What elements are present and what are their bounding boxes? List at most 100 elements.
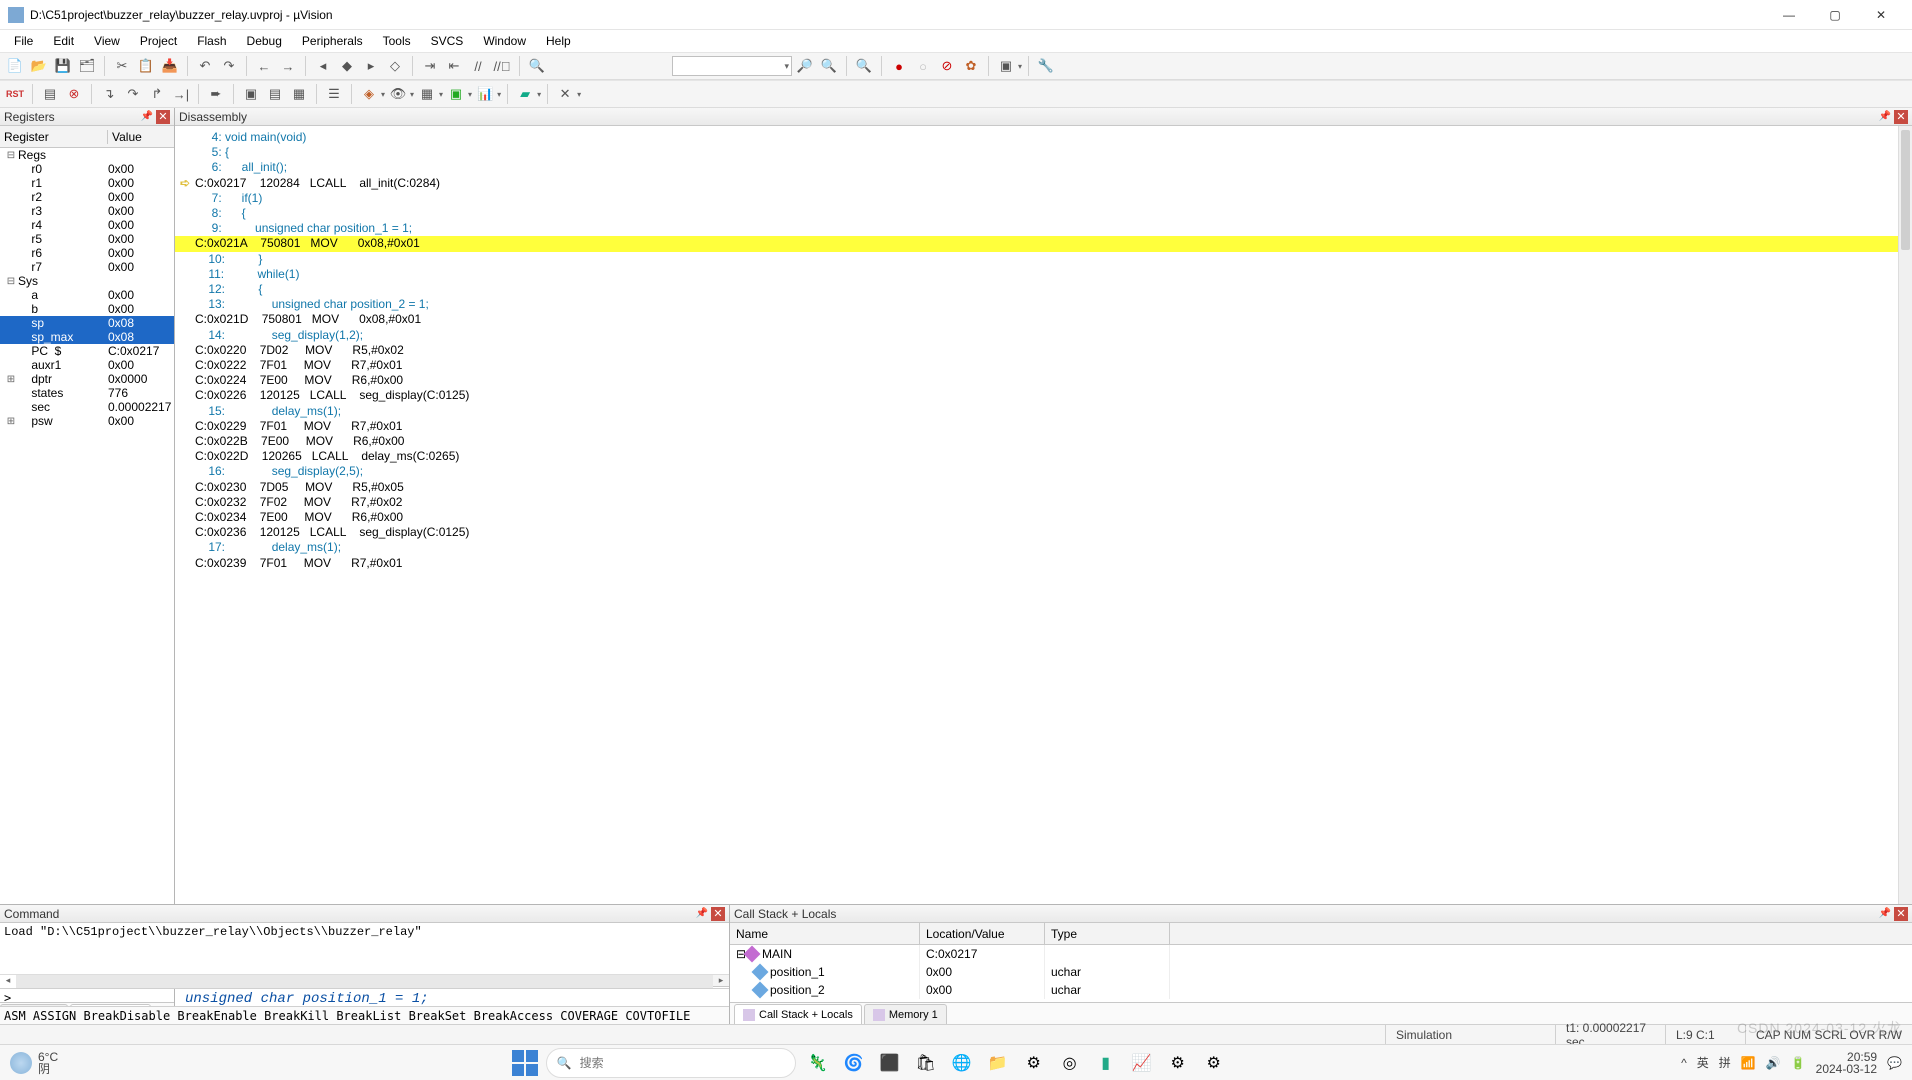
- callstack-row[interactable]: ⊟MAINC:0x0217: [730, 945, 1912, 963]
- find-combo[interactable]: ▾: [672, 56, 792, 76]
- taskview-icon[interactable]: ⬛: [876, 1049, 904, 1077]
- pin-icon[interactable]: 📌: [1878, 907, 1892, 921]
- ime-icon[interactable]: 拼: [1719, 1054, 1731, 1071]
- menu-project[interactable]: Project: [130, 32, 187, 50]
- new-file-icon[interactable]: 📄: [4, 55, 26, 77]
- reg-row[interactable]: r30x00: [0, 204, 174, 218]
- disasm-line[interactable]: C:0x0226 120125 LCALL seg_display(C:0125…: [175, 388, 1912, 403]
- reg-row[interactable]: r00x00: [0, 162, 174, 176]
- menu-edit[interactable]: Edit: [43, 32, 84, 50]
- analysis-window-icon[interactable]: 📊▾: [474, 83, 501, 105]
- disasm-line[interactable]: C:0x0222 7F01 MOV R7,#0x01: [175, 358, 1912, 373]
- reg-row[interactable]: sp0x08: [0, 316, 174, 330]
- uncomment-icon[interactable]: //⃠: [491, 55, 513, 77]
- indent-icon[interactable]: ⇥: [419, 55, 441, 77]
- callstack-window-icon[interactable]: ◈▾: [358, 83, 385, 105]
- disasm-line[interactable]: C:0x022D 120265 LCALL delay_ms(C:0265): [175, 449, 1912, 464]
- outdent-icon[interactable]: ⇤: [443, 55, 465, 77]
- command-output[interactable]: Load "D:\\C51project\\buzzer_relay\\Obje…: [0, 923, 729, 974]
- pin-icon[interactable]: 📌: [695, 907, 709, 921]
- copilot-icon[interactable]: 🌀: [840, 1049, 868, 1077]
- reg-row[interactable]: states776: [0, 386, 174, 400]
- close-panel-icon[interactable]: ✕: [1894, 907, 1908, 921]
- volume-icon[interactable]: 🔊: [1766, 1056, 1781, 1070]
- reg-row[interactable]: auxr10x00: [0, 358, 174, 372]
- reg-row[interactable]: r40x00: [0, 218, 174, 232]
- command-window-icon[interactable]: ▣: [240, 83, 262, 105]
- app-icon[interactable]: ◎: [1056, 1049, 1084, 1077]
- comment-icon[interactable]: //: [467, 55, 489, 77]
- disasm-line[interactable]: 13: unsigned char position_2 = 1;: [175, 297, 1912, 312]
- reg-group[interactable]: ⊟Sys: [0, 274, 174, 288]
- wifi-icon[interactable]: 📶: [1741, 1056, 1756, 1070]
- disasm-line[interactable]: C:0x0239 7F01 MOV R7,#0x01: [175, 556, 1912, 571]
- callstack-row[interactable]: position_20x00uchar: [730, 981, 1912, 999]
- app-icon[interactable]: 📈: [1128, 1049, 1156, 1077]
- disasm-line[interactable]: 9: unsigned char position_1 = 1;: [175, 221, 1912, 236]
- chevron-up-icon[interactable]: ^: [1681, 1056, 1687, 1070]
- taskbar-search[interactable]: 🔍 搜索: [546, 1048, 796, 1078]
- disasm-line[interactable]: C:0x0234 7E00 MOV R6,#0x00: [175, 510, 1912, 525]
- disasm-line[interactable]: C:0x021D 750801 MOV 0x08,#0x01: [175, 312, 1912, 327]
- disasm-line[interactable]: ➪C:0x0217 120284 LCALL all_init(C:0284): [175, 176, 1912, 191]
- menu-view[interactable]: View: [84, 32, 130, 50]
- menu-svcs[interactable]: SVCS: [421, 32, 474, 50]
- reg-row[interactable]: r70x00: [0, 260, 174, 274]
- bookmark-prev-icon[interactable]: ◂: [312, 55, 334, 77]
- menu-help[interactable]: Help: [536, 32, 581, 50]
- edge-icon[interactable]: 🌐: [948, 1049, 976, 1077]
- disasm-line[interactable]: 14: seg_display(1,2);: [175, 328, 1912, 343]
- reg-row[interactable]: sec0.00002217: [0, 400, 174, 414]
- disasm-line[interactable]: 4: void main(void): [175, 130, 1912, 145]
- symbols-window-icon[interactable]: ▦: [288, 83, 310, 105]
- paste-icon[interactable]: 📥: [159, 55, 181, 77]
- copy-icon[interactable]: 📋: [135, 55, 157, 77]
- reg-row[interactable]: ⊞ dptr0x0000: [0, 372, 174, 386]
- step-out-icon[interactable]: ↱: [146, 83, 168, 105]
- find-icon[interactable]: 🔎: [794, 55, 816, 77]
- disasm-line[interactable]: 6: all_init();: [175, 160, 1912, 175]
- panel-tab[interactable]: Memory 1: [864, 1004, 947, 1024]
- menu-file[interactable]: File: [4, 32, 43, 50]
- vscode-icon[interactable]: ▮: [1092, 1049, 1120, 1077]
- redo-icon[interactable]: ↷: [218, 55, 240, 77]
- disasm-line[interactable]: 10: }: [175, 252, 1912, 267]
- save-icon[interactable]: 💾: [52, 55, 74, 77]
- run-to-cursor-icon[interactable]: →|: [170, 83, 192, 105]
- debug-start-icon[interactable]: 🔍: [853, 55, 875, 77]
- nav-back-icon[interactable]: ←: [253, 55, 275, 77]
- incremental-find-icon[interactable]: 🔍: [818, 55, 840, 77]
- show-next-icon[interactable]: ➨: [205, 83, 227, 105]
- callstack-row[interactable]: position_10x00uchar: [730, 963, 1912, 981]
- disasm-line[interactable]: C:0x021A 750801 MOV 0x08,#0x01: [175, 236, 1912, 251]
- menu-flash[interactable]: Flash: [187, 32, 236, 50]
- open-icon[interactable]: 📂: [28, 55, 50, 77]
- settings-icon[interactable]: ⚙: [1200, 1049, 1228, 1077]
- maximize-button[interactable]: ▢: [1812, 0, 1858, 30]
- run-icon[interactable]: ▤: [39, 83, 61, 105]
- disasm-line[interactable]: 17: delay_ms(1);: [175, 540, 1912, 555]
- bookmark-toggle-icon[interactable]: ◆: [336, 55, 358, 77]
- serial-window-icon[interactable]: ▣▾: [445, 83, 472, 105]
- reset-cpu-icon[interactable]: RST: [4, 83, 26, 105]
- disassembly-window-icon[interactable]: ▤: [264, 83, 286, 105]
- disasm-line[interactable]: C:0x0229 7F01 MOV R7,#0x01: [175, 419, 1912, 434]
- system-viewer-icon[interactable]: ✕▾: [554, 83, 581, 105]
- pin-icon[interactable]: 📌: [1878, 110, 1892, 124]
- trace-window-icon[interactable]: ▰▾: [514, 83, 541, 105]
- close-panel-icon[interactable]: ✕: [711, 907, 725, 921]
- stop-icon[interactable]: ⊗: [63, 83, 85, 105]
- memory-window-icon[interactable]: ▦▾: [416, 83, 443, 105]
- disasm-line[interactable]: C:0x0230 7D05 MOV R5,#0x05: [175, 480, 1912, 495]
- breakpoint-insert-icon[interactable]: ●: [888, 55, 910, 77]
- store-icon[interactable]: 🛍: [912, 1049, 940, 1077]
- nav-fwd-icon[interactable]: →: [277, 55, 299, 77]
- reg-row[interactable]: r10x00: [0, 176, 174, 190]
- close-panel-icon[interactable]: ✕: [156, 110, 170, 124]
- disasm-line[interactable]: 16: seg_display(2,5);: [175, 464, 1912, 479]
- window-layout-icon[interactable]: ▣▾: [995, 55, 1022, 77]
- configure-icon[interactable]: 🔧: [1035, 55, 1057, 77]
- disasm-line[interactable]: 5: {: [175, 145, 1912, 160]
- pin-icon[interactable]: 📌: [140, 110, 154, 124]
- reg-row[interactable]: b0x00: [0, 302, 174, 316]
